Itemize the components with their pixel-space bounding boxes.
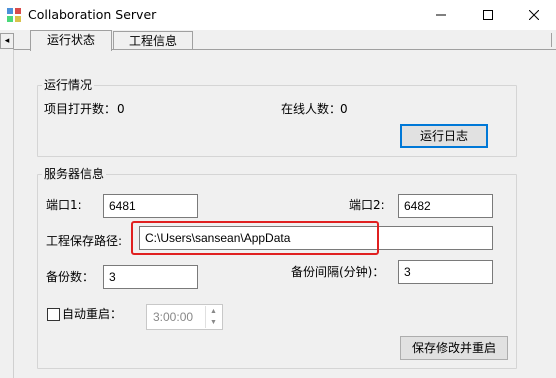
tab-scroll-left-button[interactable]: ◂ bbox=[0, 33, 14, 49]
backup-count-label: 备份数： bbox=[46, 270, 95, 284]
tab-run-status[interactable]: 运行状态 bbox=[30, 30, 112, 51]
spin-down-icon[interactable]: ▼ bbox=[206, 317, 221, 328]
title-bar: Collaboration Server bbox=[0, 0, 556, 30]
save-restart-button[interactable]: 保存修改并重启 bbox=[400, 336, 508, 360]
save-path-label: 工程保存路径: bbox=[46, 234, 123, 248]
close-icon bbox=[529, 10, 539, 20]
port1-field[interactable]: 6481 bbox=[103, 194, 198, 218]
projects-open-label: 项目打开数： bbox=[44, 102, 117, 116]
port2-label: 端口2: bbox=[349, 198, 385, 212]
online-users-value: 0 bbox=[340, 102, 348, 116]
online-users-label: 在线人数： bbox=[281, 102, 342, 116]
save-path-highlight bbox=[131, 221, 379, 255]
backup-count-field[interactable]: 3 bbox=[103, 265, 198, 289]
spin-up-icon[interactable]: ▲ bbox=[206, 306, 221, 317]
restart-time-spinner[interactable]: 3:00:00 ▲ ▼ bbox=[146, 304, 223, 330]
app-icon bbox=[7, 8, 21, 22]
close-button[interactable] bbox=[511, 0, 556, 30]
maximize-icon bbox=[483, 10, 493, 20]
port2-field[interactable]: 6482 bbox=[398, 194, 493, 218]
spinner-arrows: ▲ ▼ bbox=[205, 306, 221, 328]
minimize-icon bbox=[436, 14, 446, 16]
maximize-button[interactable] bbox=[465, 0, 511, 30]
run-status-group-title: 运行情况 bbox=[42, 78, 95, 92]
tab-scroll-right-edge bbox=[551, 33, 556, 47]
window-title: Collaboration Server bbox=[28, 7, 157, 22]
auto-restart-checkbox[interactable] bbox=[47, 308, 60, 321]
backup-interval-label: 备份间隔(分钟)： bbox=[291, 265, 385, 279]
port1-label: 端口1: bbox=[46, 198, 82, 212]
backup-interval-field[interactable]: 3 bbox=[398, 260, 493, 284]
auto-restart-label: 自动重启： bbox=[62, 307, 123, 321]
restart-time-value: 3:00:00 bbox=[153, 310, 194, 324]
minimize-button[interactable] bbox=[418, 0, 464, 30]
tab-project-info[interactable]: 工程信息 bbox=[113, 31, 193, 50]
run-log-button[interactable]: 运行日志 bbox=[400, 124, 488, 148]
server-info-group-title: 服务器信息 bbox=[42, 167, 107, 181]
chevron-left-icon: ◂ bbox=[4, 36, 10, 46]
projects-open-value: 0 bbox=[117, 102, 125, 116]
